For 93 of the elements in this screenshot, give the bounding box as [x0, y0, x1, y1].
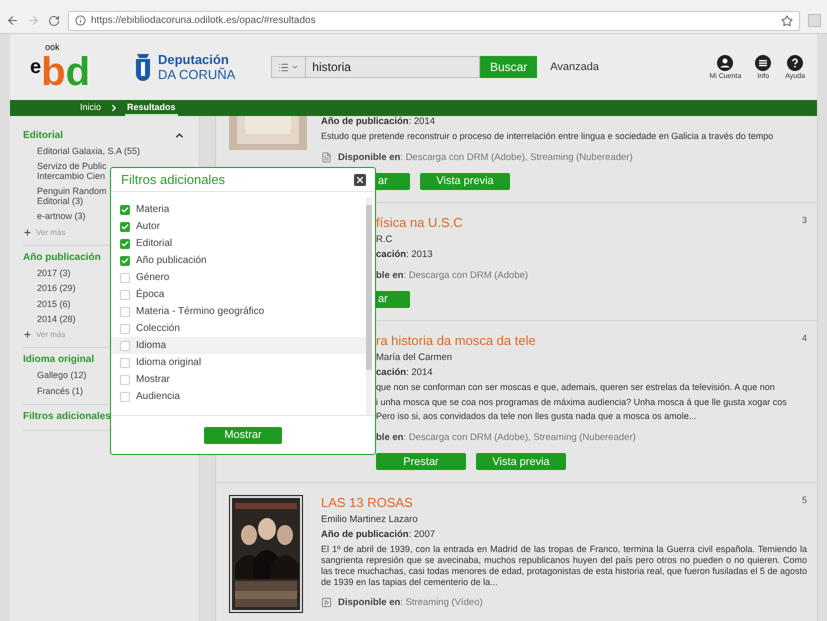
forward-icon[interactable] [27, 14, 40, 27]
borrow-button[interactable]: Prestar [376, 453, 466, 470]
description-text: i unha mosca que se coa nos programas de máxima audiencia? Unha mosca á que lle gusta xogar cos [376, 396, 788, 408]
filter-option[interactable]: Editorial Galaxia, S.A (55) [23, 147, 185, 156]
play-icon [321, 597, 332, 608]
info-icon [75, 15, 86, 26]
checkbox[interactable] [120, 324, 130, 334]
search-button[interactable]: Buscar [480, 56, 538, 78]
filter-checkbox-row[interactable]: Autor [111, 218, 366, 235]
result-number: 5 [802, 495, 807, 508]
document-icon [321, 152, 332, 163]
checkbox-label: Idioma [136, 340, 166, 351]
extension-icon[interactable] [808, 14, 821, 27]
checkbox[interactable] [120, 204, 130, 214]
logo-letter: e [30, 57, 42, 77]
filter-checkbox-row[interactable]: Editorial [111, 235, 366, 252]
list-icon [278, 62, 290, 72]
checkbox-label: Año publicación [136, 255, 207, 266]
checkbox-label: Género [136, 272, 170, 283]
checkbox-label: Época [136, 289, 164, 300]
url-text: https://ebibliodacoruna.odilotk.es/opac/#resultados [91, 15, 316, 26]
checkbox[interactable] [120, 290, 130, 300]
checkbox-label: Autor [136, 221, 160, 232]
address-bar[interactable]: https://ebibliodacoruna.odilotk.es/opac/#resultados [68, 10, 800, 30]
star-icon[interactable] [781, 14, 793, 26]
availability-text: Disponible en: Streaming (Vídeo) [338, 597, 483, 608]
checkbox-label: Materia [136, 204, 170, 215]
filter-checkbox-row[interactable]: Año publicación [111, 252, 366, 269]
description-text: El 1º de abril de 1939, con la entrada en Madrid de las tropas de Franco, termina la Guerra civil española. Temiendo la sangrienta represión que se avecinaba, muchos republicanos huyen del país pero otros no pueden o no quieren. Como las trece muchachas, casi todas menores de edad, protagonistas de esta historia real, que fueron fusiladas el 5 de agosto de 1939 en las tapias del cementerio de la... [321, 544, 807, 588]
checkbox-label: Mostrar [136, 374, 170, 385]
show-button[interactable]: Mostrar [204, 426, 282, 444]
availability-text: ble en: Descarga con DRM (Adobe) [376, 270, 528, 281]
search-type-dropdown[interactable] [271, 56, 306, 78]
logo-text: ook [45, 42, 60, 52]
author-name: R.C [376, 234, 394, 245]
publication-year: cación: 2013 [376, 248, 434, 260]
author-name: María del Carmen [376, 352, 454, 363]
checkbox[interactable] [120, 392, 130, 402]
filter-checkbox-row[interactable]: Género [111, 269, 366, 286]
search-field[interactable]: historia [306, 56, 480, 78]
checkbox[interactable] [120, 306, 130, 316]
borrow-button[interactable]: ar [376, 290, 410, 308]
logo-letter: d [66, 52, 90, 92]
filter-checkbox-row[interactable]: Mostrar [111, 371, 366, 388]
checkbox-label: Audiencia [136, 391, 180, 402]
description-text: Pero iso si, aos convidados da tele non lles gusta nada que a mosca os amole... [376, 411, 698, 422]
plus-icon [23, 228, 32, 237]
checkbox[interactable] [120, 222, 130, 232]
advanced-search-link[interactable]: Avanzada [550, 61, 696, 73]
checkbox-label: Idioma original [136, 357, 202, 368]
scrollbar[interactable] [366, 197, 372, 415]
user-icon [717, 54, 734, 70]
publication-year: cación: 2014 [376, 366, 434, 378]
publication-year: Año de publicación: 2014 [321, 116, 436, 127]
author-name: Emilio Martinez Lazaro [321, 514, 419, 526]
filter-checkbox-row[interactable]: Época [111, 286, 366, 303]
checkbox[interactable] [120, 374, 130, 384]
checkbox[interactable] [120, 340, 130, 350]
checkbox[interactable] [120, 358, 130, 368]
checkbox-label: Materia - Término geográfico [136, 306, 264, 317]
plus-icon [23, 330, 32, 340]
help-icon [787, 54, 804, 70]
filter-checkbox-row[interactable]: Idioma original [111, 354, 366, 371]
back-icon[interactable] [6, 14, 19, 27]
preview-button[interactable]: Vista previa [420, 172, 510, 190]
checkbox-label: Editorial [136, 238, 172, 249]
org-name: DA CORUÑA [158, 67, 236, 82]
availability-text: Disponible en: Descarga con DRM (Adobe), Streaming (Nubereader) [338, 152, 633, 163]
filter-checkbox-row[interactable]: Audiencia [111, 388, 366, 405]
close-button[interactable] [354, 174, 366, 186]
publication-year: Año de publicación: 2007 [321, 529, 436, 540]
description-text: que non se conforman con ser moscas e que, ademais, queren ser estrelas da televisión. A que non [376, 382, 776, 393]
checkbox[interactable] [120, 238, 130, 248]
caret-icon [291, 63, 300, 71]
filter-checkbox-row[interactable]: Materia [111, 201, 366, 218]
menu-icon [755, 54, 772, 70]
checkbox-label: Colección [136, 323, 180, 334]
filter-checkbox-row[interactable]: Colección [111, 320, 366, 337]
preview-button[interactable]: Vista previa [476, 453, 566, 470]
filter-checkbox-row[interactable]: Idioma [111, 337, 366, 354]
result-number: 4 [802, 332, 807, 345]
checkbox[interactable] [120, 272, 130, 282]
result-number: 3 [802, 214, 807, 227]
logo-letter: b [41, 52, 66, 92]
breadcrumb-link[interactable]: Inicio [78, 100, 104, 116]
reload-icon[interactable] [48, 14, 60, 26]
description-text: Estudo que pretende reconstruir o proceso de interrelación entre lingua e sociedade en Galicia a través do tempo [321, 131, 774, 142]
borrow-button[interactable]: ar [376, 172, 410, 190]
availability-text: ble en: Descarga con DRM (Adobe), Streaming (Nubereader) [376, 432, 636, 444]
org-name: Deputación [158, 52, 230, 67]
dialog-title: Filtros adicionales [121, 172, 226, 187]
checkbox[interactable] [120, 256, 130, 266]
filter-checkbox-row[interactable]: Materia - Término geográfico [111, 303, 366, 320]
